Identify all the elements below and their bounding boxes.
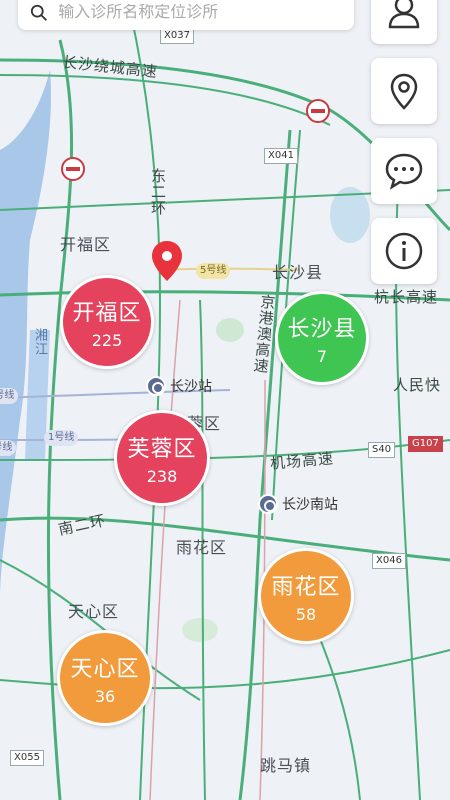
message-icon	[385, 153, 423, 190]
cluster-name: 雨花区	[271, 574, 341, 600]
search-icon	[30, 4, 48, 21]
road-label-east-2nd-ring: 东二环	[149, 168, 167, 216]
search-bar[interactable]	[18, 0, 354, 30]
profile-button[interactable]	[371, 0, 437, 44]
metro-badge-1: 1号线	[44, 430, 79, 446]
cluster-count: 58	[295, 604, 317, 624]
cluster-changsha-county[interactable]: 长沙县 7	[275, 291, 369, 385]
road-code-x037: X037	[160, 28, 194, 44]
search-input[interactable]	[58, 4, 342, 22]
station-changsha: 长沙站	[146, 376, 212, 396]
map-label-tiaoma: 跳马镇	[260, 756, 312, 775]
map-label-changsha-county: 长沙县	[272, 263, 324, 282]
location-icon	[390, 73, 418, 110]
cluster-furong[interactable]: 芙蓉区 238	[114, 410, 210, 506]
map-label-tianxin: 天心区	[68, 602, 120, 621]
metro-station-icon	[258, 494, 278, 514]
metro-badge-5: 5号线	[196, 263, 231, 279]
no-entry-icon	[61, 157, 85, 181]
metro-badge-2a: 2号线	[0, 388, 19, 404]
station-name: 长沙南站	[282, 497, 338, 513]
cluster-name: 芙蓉区	[127, 436, 197, 462]
road-code-s40: S40	[368, 442, 396, 458]
cluster-name: 长沙县	[287, 316, 357, 342]
user-icon	[388, 0, 420, 29]
cluster-tianxin[interactable]: 天心区 36	[57, 630, 153, 726]
cluster-name: 开福区	[72, 300, 142, 326]
cluster-kaifu[interactable]: 开福区 225	[60, 275, 154, 369]
message-button[interactable]	[371, 138, 437, 204]
road-code-x055: X055	[10, 750, 44, 766]
metro-station-icon	[146, 376, 166, 396]
cluster-name: 天心区	[70, 656, 140, 682]
station-name: 长沙站	[170, 379, 212, 395]
river-label-xiangjiang: 湘江	[32, 328, 47, 356]
cluster-count: 36	[94, 686, 116, 706]
road-code-x046: X046	[372, 553, 406, 569]
info-button[interactable]	[371, 218, 437, 284]
road-code-g107: G107	[408, 436, 443, 452]
info-icon	[385, 232, 423, 270]
station-changsha-south: 长沙南站	[258, 494, 338, 514]
road-label-hangchang: 杭长高速	[374, 288, 439, 306]
locate-button[interactable]	[371, 58, 437, 124]
cluster-count: 238	[146, 466, 178, 486]
map-label-yuhua: 雨花区	[176, 538, 228, 557]
cluster-count: 225	[91, 330, 123, 350]
road-label-renmin: 人民快	[393, 376, 442, 394]
cluster-yuhua[interactable]: 雨花区 58	[258, 548, 354, 644]
current-location-pin-icon[interactable]	[150, 240, 184, 282]
no-entry-icon	[306, 99, 330, 123]
road-code-x041: X041	[264, 148, 298, 164]
cluster-count: 7	[316, 346, 328, 366]
map-label-kaifu: 开福区	[60, 235, 112, 254]
